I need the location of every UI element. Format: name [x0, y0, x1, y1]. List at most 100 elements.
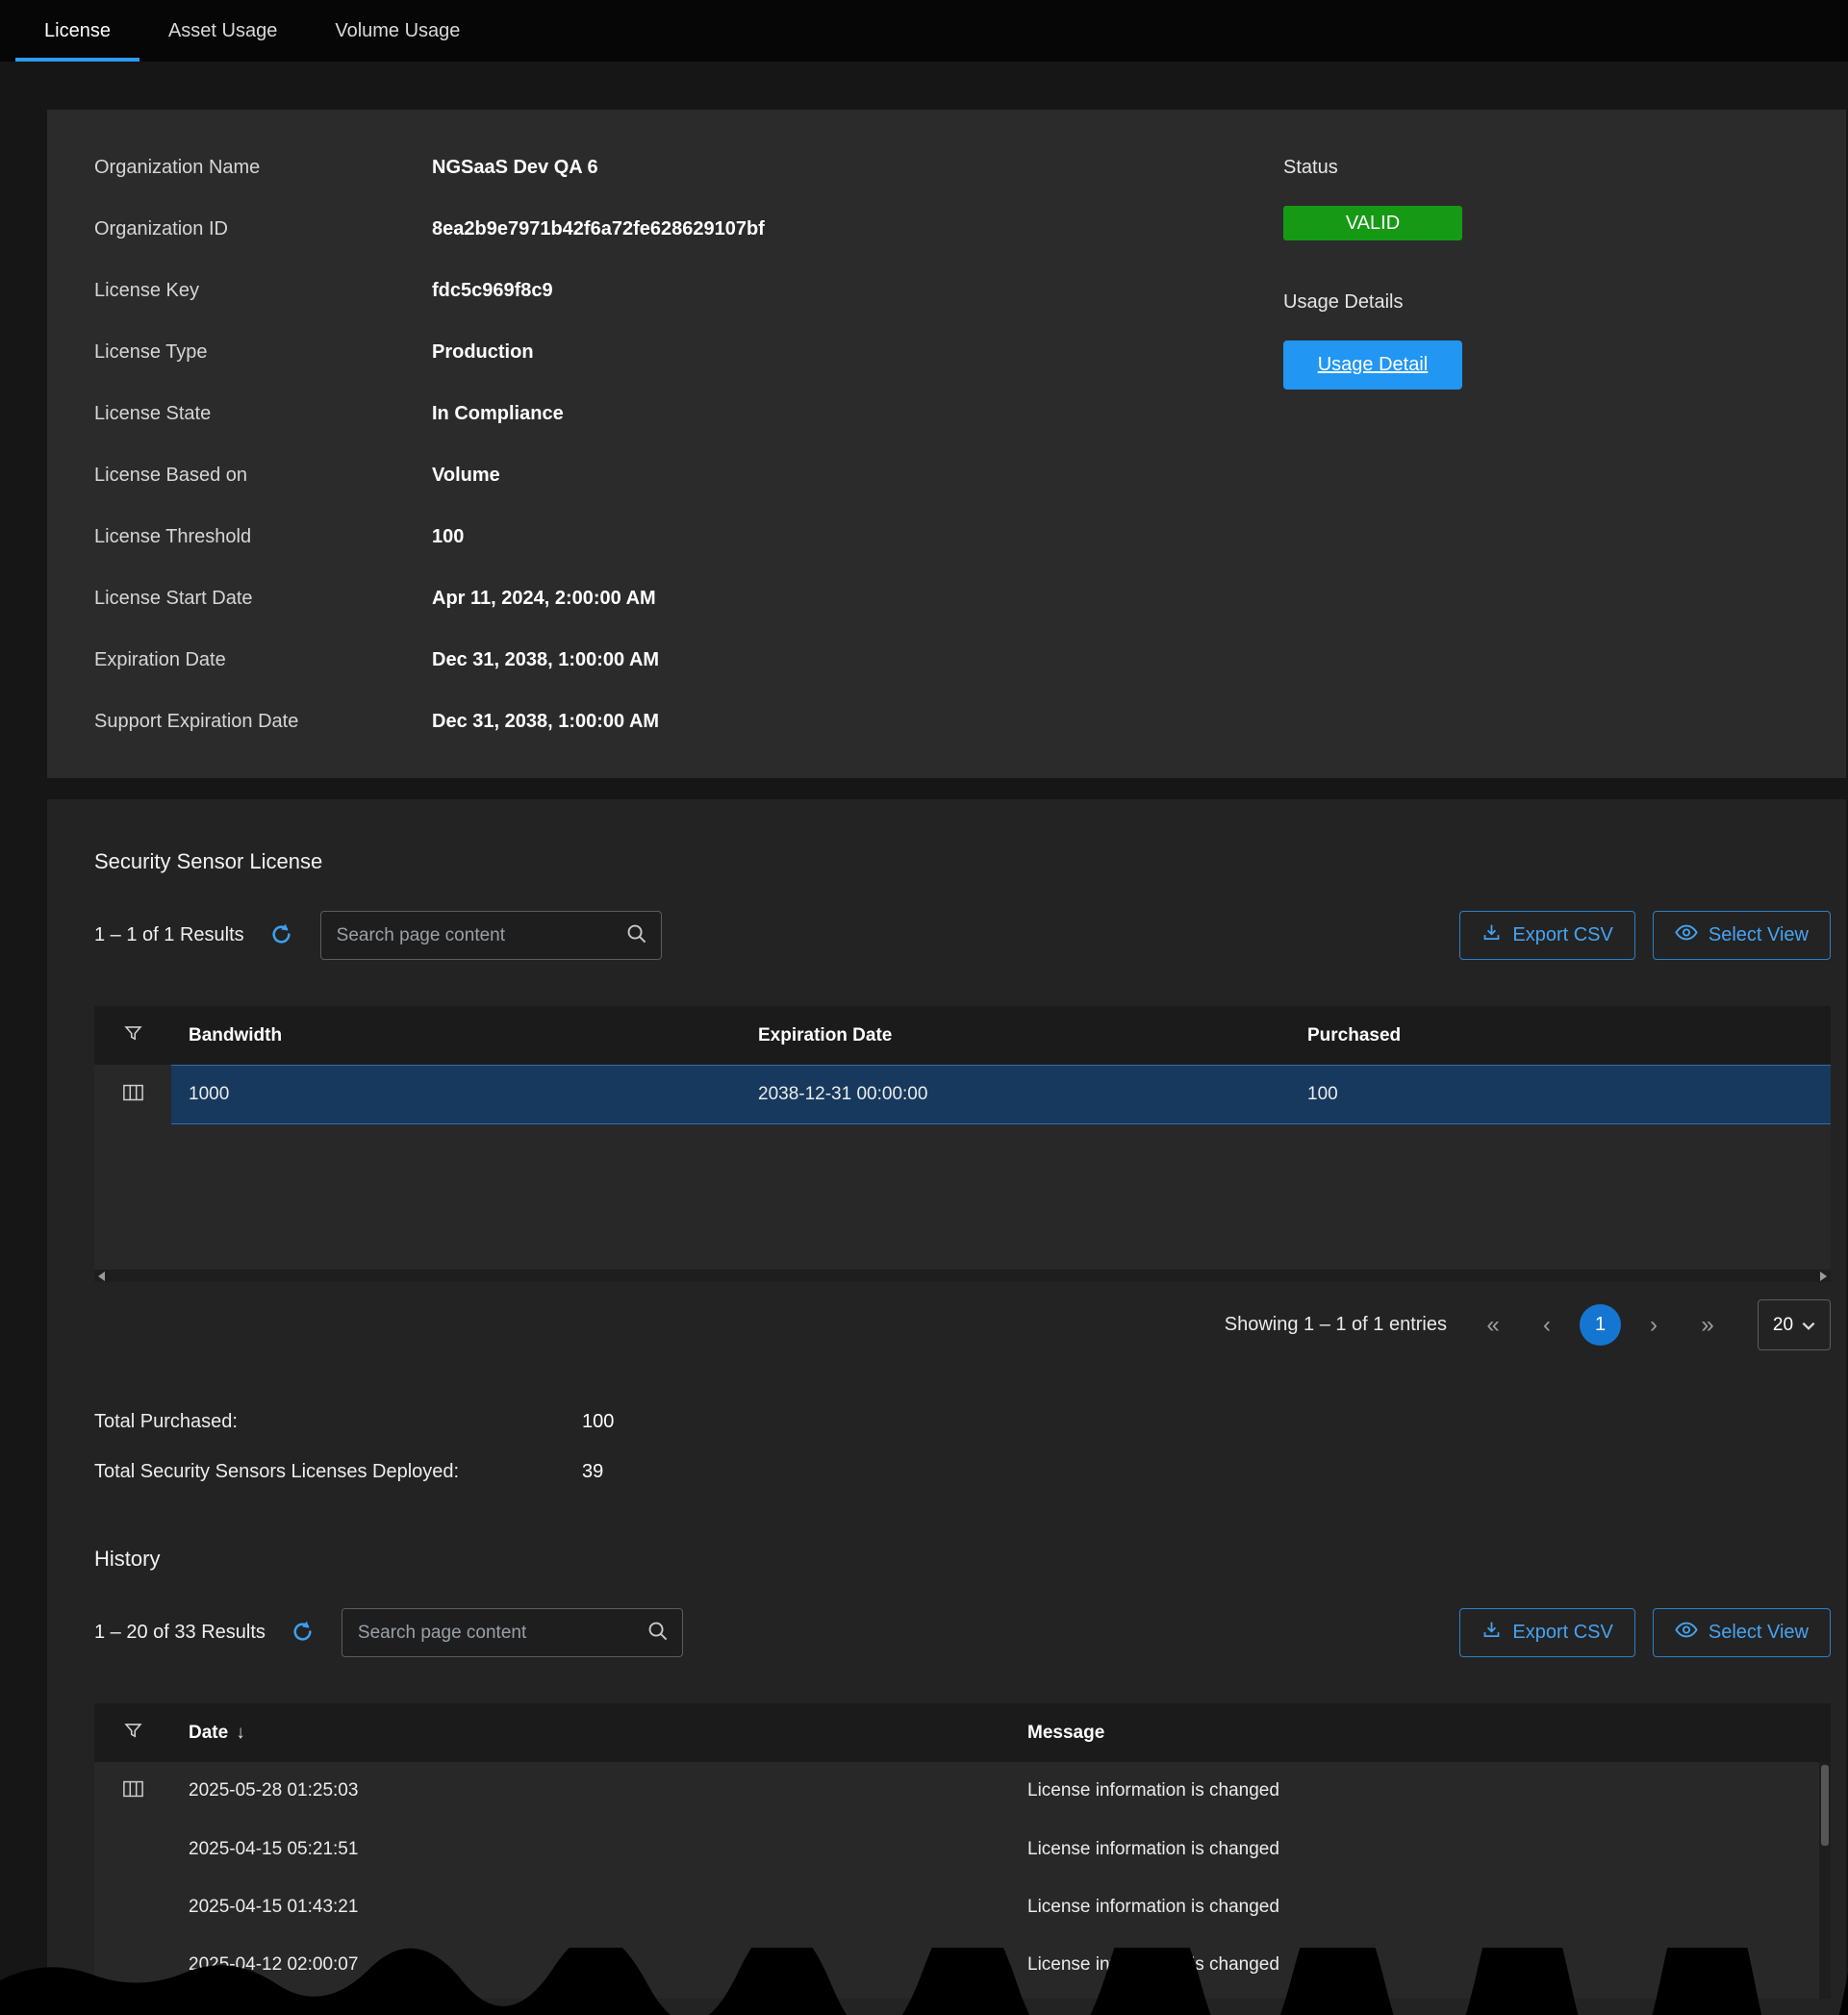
first-page-button[interactable]: « — [1466, 1303, 1520, 1347]
row-gutter — [94, 1935, 171, 1993]
columns-button[interactable] — [94, 1762, 171, 1820]
main-panel: Security Sensor License 1 – 1 of 1 Resul… — [47, 799, 1846, 2015]
row-gutter — [94, 1820, 171, 1877]
field-expiration-date: Expiration Date Dec 31, 2038, 1:00:00 AM — [94, 629, 1831, 691]
history-select-view-button[interactable]: Select View — [1653, 1608, 1831, 1657]
sensor-license-table: Bandwidth Expiration Date Purchased 1000… — [94, 1006, 1831, 1282]
field-license-start-date: License Start Date Apr 11, 2024, 2:00:00… — [94, 567, 1831, 629]
history-row[interactable]: 2025-05-28 01:25:03 License information … — [94, 1762, 1831, 1820]
export-csv-label: Export CSV — [1512, 1622, 1612, 1644]
cell-date: 2025-04-12 02:00:07 — [171, 1954, 1010, 1976]
select-view-label: Select View — [1709, 924, 1809, 946]
history-row-cells: 2025-04-12 02:00:07 License information … — [171, 1935, 1831, 1993]
tab-asset-usage[interactable]: Asset Usage — [139, 0, 306, 62]
tab-bar: License Asset Usage Volume Usage — [0, 0, 1848, 62]
history-row[interactable]: 2025-04-15 01:43:21 License information … — [94, 1877, 1831, 1935]
history-search-box — [342, 1608, 683, 1657]
field-value: Production — [432, 341, 1831, 364]
usage-detail-button[interactable]: Usage Detail — [1283, 340, 1462, 390]
filter-funnel-icon — [123, 1721, 143, 1746]
scroll-right-icon[interactable] — [1820, 1272, 1827, 1281]
status-label: Status — [1283, 137, 1553, 198]
sensor-search-box — [320, 911, 662, 960]
field-label: License Start Date — [94, 588, 432, 610]
license-info-panel: Organization Name NGSaaS Dev QA 6 Organi… — [47, 110, 1846, 778]
last-page-button[interactable]: » — [1681, 1303, 1734, 1347]
eye-icon — [1675, 1622, 1698, 1644]
sensor-select-view-button[interactable]: Select View — [1653, 911, 1831, 960]
cell-expiration-date: 2038-12-31 00:00:00 — [741, 1084, 1290, 1105]
search-icon — [625, 922, 647, 949]
filter-button[interactable] — [94, 1023, 171, 1048]
refresh-icon — [291, 1620, 315, 1647]
tab-asset-usage-label: Asset Usage — [168, 20, 277, 42]
vertical-scrollbar[interactable] — [1819, 1762, 1831, 1999]
column-header-message[interactable]: Message — [1010, 1723, 1831, 1744]
prev-page-button[interactable]: ‹ — [1520, 1303, 1574, 1347]
column-header-expiration-date[interactable]: Expiration Date — [741, 1025, 1290, 1046]
page-size-select[interactable]: 20 — [1758, 1299, 1831, 1350]
column-header-date[interactable]: Date ↓ — [171, 1723, 1010, 1744]
history-row-cells: 2025-04-15 05:21:51 License information … — [171, 1820, 1831, 1877]
history-row[interactable]: 2025-04-15 05:21:51 License information … — [94, 1820, 1831, 1877]
sensor-toolbar: 1 – 1 of 1 Results Export CSV — [94, 911, 1831, 960]
eye-icon — [1675, 924, 1698, 946]
status-badge: VALID — [1283, 206, 1462, 240]
search-icon — [646, 1620, 669, 1647]
columns-button[interactable] — [94, 1065, 171, 1124]
select-view-label: Select View — [1709, 1622, 1809, 1644]
history-search-input[interactable] — [356, 1622, 646, 1645]
cell-date: 2025-04-15 01:43:21 — [171, 1897, 1010, 1918]
next-page-button[interactable]: › — [1627, 1303, 1681, 1347]
tab-volume-usage-label: Volume Usage — [335, 20, 460, 42]
field-license-state: License State In Compliance — [94, 383, 1831, 444]
table-row[interactable]: 1000 2038-12-31 00:00:00 100 — [94, 1065, 1831, 1124]
history-row-cells: 2025-04-15 01:43:21 License information … — [171, 1877, 1831, 1935]
tab-volume-usage[interactable]: Volume Usage — [306, 0, 489, 62]
status-block: Status VALID Usage Details Usage Detail — [1283, 137, 1553, 390]
total-deployed-label: Total Security Sensors Licenses Deployed… — [94, 1461, 582, 1483]
field-value: 100 — [432, 526, 1831, 548]
field-label: Support Expiration Date — [94, 711, 432, 733]
filter-button[interactable] — [94, 1721, 171, 1746]
horizontal-scrollbar[interactable] — [94, 1270, 1831, 1282]
field-organization-id: Organization ID 8ea2b9e7971b42f6a72fe628… — [94, 198, 1831, 260]
cell-date: 2025-04-15 05:21:51 — [171, 1839, 1010, 1860]
filter-funnel-icon — [123, 1023, 143, 1048]
column-header-bandwidth[interactable]: Bandwidth — [171, 1025, 741, 1046]
field-license-based-on: License Based on Volume — [94, 444, 1831, 506]
field-label: License Type — [94, 341, 432, 364]
history-table-header: Date ↓ Message — [94, 1703, 1831, 1762]
history-row[interactable]: 2025-04-12 02:00:07 License information … — [94, 1935, 1831, 1993]
field-value: 8ea2b9e7971b42f6a72fe628629107bf — [432, 218, 1831, 240]
sensor-refresh-button[interactable] — [269, 922, 293, 949]
export-csv-label: Export CSV — [1512, 924, 1612, 946]
scrollbar-thumb[interactable] — [1821, 1765, 1829, 1846]
cell-message: License information is changed — [1010, 1839, 1831, 1860]
history-refresh-button[interactable] — [291, 1620, 315, 1647]
sensor-results-count: 1 – 1 of 1 Results — [94, 924, 244, 946]
download-icon — [1481, 922, 1502, 948]
tab-license-label: License — [44, 20, 111, 42]
history-results-count: 1 – 20 of 33 Results — [94, 1622, 266, 1644]
license-page: License Asset Usage Volume Usage Organiz… — [0, 0, 1848, 2015]
field-value: Dec 31, 2038, 1:00:00 AM — [432, 649, 1831, 671]
current-page-button[interactable]: 1 — [1580, 1304, 1621, 1346]
download-icon — [1481, 1620, 1502, 1646]
scroll-left-icon[interactable] — [98, 1272, 105, 1281]
cell-message: License information is changed — [1010, 1780, 1831, 1801]
tab-license[interactable]: License — [15, 0, 139, 62]
sensor-export-csv-button[interactable]: Export CSV — [1459, 911, 1634, 960]
total-purchased-row: Total Purchased: 100 — [94, 1397, 1831, 1447]
columns-icon — [123, 1780, 143, 1802]
history-export-csv-button[interactable]: Export CSV — [1459, 1608, 1634, 1657]
field-label: License State — [94, 403, 432, 425]
field-label: License Threshold — [94, 526, 432, 548]
history-toolbar: 1 – 20 of 33 Results Export CSV — [94, 1608, 1831, 1657]
column-header-purchased[interactable]: Purchased — [1290, 1025, 1831, 1046]
field-value: In Compliance — [432, 403, 1831, 425]
cell-message: License information is changed — [1010, 1897, 1831, 1918]
sensor-search-input[interactable] — [335, 924, 625, 947]
history-row-cells: 2025-05-28 01:25:03 License information … — [171, 1762, 1831, 1820]
sensor-license-title: Security Sensor License — [94, 799, 1831, 878]
